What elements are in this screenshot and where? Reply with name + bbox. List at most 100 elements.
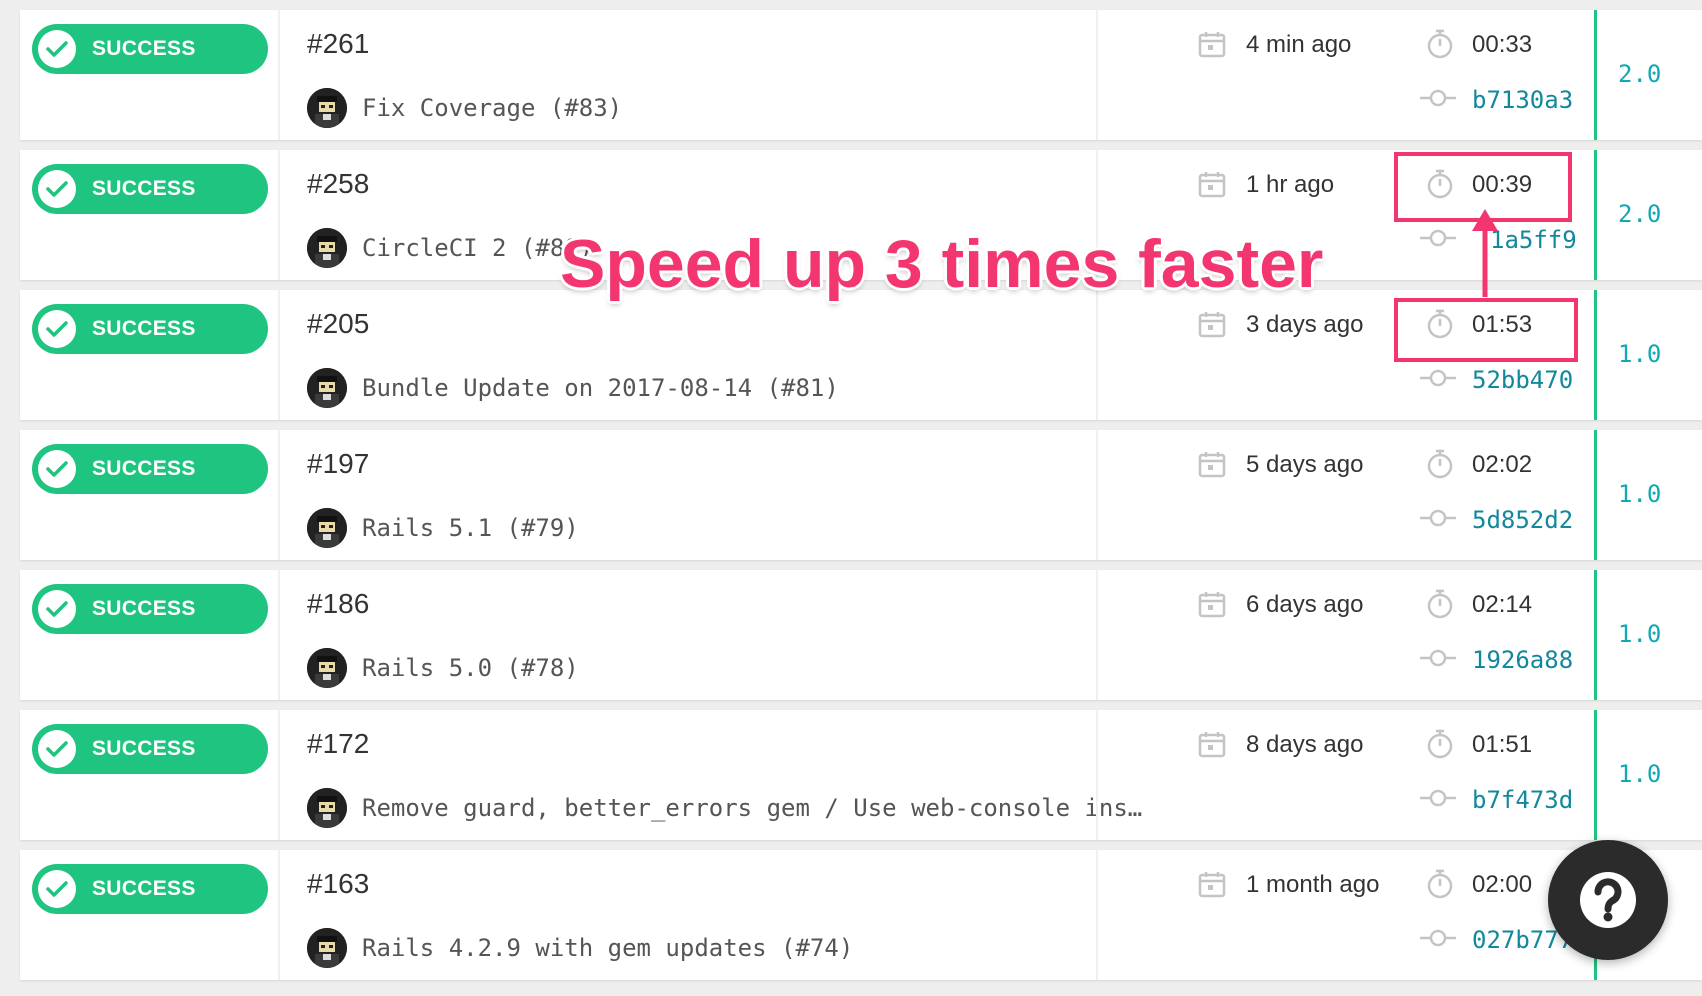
calendar-icon: [1198, 310, 1226, 343]
question-icon: [1580, 872, 1636, 928]
build-number[interactable]: #197: [307, 448, 369, 480]
check-icon: [38, 590, 76, 628]
time-ago: 5 days ago: [1246, 451, 1364, 478]
commit-message[interactable]: Fix Coverage (#83): [362, 94, 622, 122]
time-ago: 1 month ago: [1246, 871, 1380, 898]
stopwatch-icon: [1425, 28, 1455, 65]
divider: [1096, 290, 1098, 420]
divider: [278, 150, 280, 280]
calendar-icon: [1198, 870, 1226, 903]
avatar[interactable]: [307, 228, 347, 268]
build-number[interactable]: #186: [307, 588, 369, 620]
commit-message[interactable]: CircleCI 2 (#80): [362, 234, 593, 262]
status-label: SUCCESS: [92, 597, 196, 620]
build-row[interactable]: SUCCESS #261 Fix Coverage (#83) 4 min ag…: [20, 10, 1702, 140]
stopwatch-icon: [1425, 728, 1455, 765]
status-badge[interactable]: SUCCESS: [32, 584, 268, 634]
avatar[interactable]: [307, 368, 347, 408]
status-badge[interactable]: SUCCESS: [32, 444, 268, 494]
divider: [278, 850, 280, 980]
time-ago: 1 hr ago: [1246, 171, 1335, 198]
check-icon: [38, 310, 76, 348]
time-ago: 4 min ago: [1246, 31, 1352, 58]
build-number[interactable]: #258: [307, 168, 369, 200]
build-duration: 00:33: [1472, 31, 1533, 58]
calendar-icon: [1198, 170, 1226, 203]
check-icon: [38, 30, 76, 68]
avatar[interactable]: [307, 508, 347, 548]
avatar[interactable]: [307, 648, 347, 688]
build-duration: 02:14: [1472, 591, 1533, 618]
commit-message[interactable]: Rails 5.0 (#78): [362, 654, 579, 682]
divider: [1096, 430, 1098, 560]
time-ago: 6 days ago: [1246, 591, 1364, 618]
workflow-version: 1.0: [1618, 620, 1662, 648]
check-icon: [38, 450, 76, 488]
workflow-version: 1.0: [1618, 340, 1662, 368]
divider: [278, 570, 280, 700]
status-indicator: [1594, 570, 1597, 700]
status-badge[interactable]: SUCCESS: [32, 724, 268, 774]
commit-message[interactable]: Rails 4.2.9 with gem updates (#74): [362, 934, 853, 962]
build-duration: 02:00: [1472, 871, 1533, 898]
commit-icon: [1420, 508, 1456, 533]
calendar-icon: [1198, 730, 1226, 763]
highlight-box-slow: [1394, 298, 1578, 362]
build-row[interactable]: SUCCESS #163 Rails 4.2.9 with gem update…: [20, 850, 1702, 980]
divider: [278, 290, 280, 420]
divider: [1096, 850, 1098, 980]
commit-icon: [1420, 648, 1456, 673]
commit-sha-link[interactable]: 1926a88: [1472, 646, 1573, 674]
build-row[interactable]: SUCCESS #197 Rails 5.1 (#79) 5 days ago …: [20, 430, 1702, 560]
build-number[interactable]: #205: [307, 308, 369, 340]
commit-icon: [1420, 788, 1456, 813]
calendar-icon: [1198, 450, 1226, 483]
status-label: SUCCESS: [92, 177, 196, 200]
workflow-version: 2.0: [1618, 200, 1662, 228]
status-label: SUCCESS: [92, 317, 196, 340]
avatar[interactable]: [307, 928, 347, 968]
divider: [1096, 710, 1098, 840]
divider: [1096, 570, 1098, 700]
build-row[interactable]: SUCCESS #186 Rails 5.0 (#78) 6 days ago …: [20, 570, 1702, 700]
commit-message[interactable]: Rails 5.1 (#79): [362, 514, 579, 542]
build-number[interactable]: #163: [307, 868, 369, 900]
status-indicator: [1594, 290, 1597, 420]
annotation-text: Speed up 3 times faster: [560, 226, 1324, 302]
commit-sha-link[interactable]: b7f473d: [1472, 786, 1573, 814]
build-list: SUCCESS #261 Fix Coverage (#83) 4 min ag…: [0, 0, 1702, 996]
status-badge[interactable]: SUCCESS: [32, 164, 268, 214]
status-label: SUCCESS: [92, 457, 196, 480]
status-indicator: [1594, 430, 1597, 560]
time-ago: 8 days ago: [1246, 731, 1364, 758]
commit-sha-link[interactable]: b7130a3: [1472, 86, 1573, 114]
commit-icon: [1420, 88, 1456, 113]
commit-icon: [1420, 228, 1456, 253]
time-ago: 3 days ago: [1246, 311, 1364, 338]
stopwatch-icon: [1425, 868, 1455, 905]
build-row[interactable]: SUCCESS #172 Remove guard, better_errors…: [20, 710, 1702, 840]
build-duration: 02:02: [1472, 451, 1533, 478]
status-indicator: [1594, 150, 1597, 280]
status-badge[interactable]: SUCCESS: [32, 24, 268, 74]
commit-sha-link[interactable]: 52bb470: [1472, 366, 1573, 394]
calendar-icon: [1198, 30, 1226, 63]
check-icon: [38, 170, 76, 208]
status-label: SUCCESS: [92, 37, 196, 60]
commit-sha-link[interactable]: 5d852d2: [1472, 506, 1573, 534]
commit-message[interactable]: Bundle Update on 2017-08-14 (#81): [362, 374, 839, 402]
avatar[interactable]: [307, 88, 347, 128]
divider: [278, 10, 280, 140]
workflow-version: 1.0: [1618, 760, 1662, 788]
avatar[interactable]: [307, 788, 347, 828]
workflow-version: 1.0: [1618, 480, 1662, 508]
build-number[interactable]: #261: [307, 28, 369, 60]
stopwatch-icon: [1425, 448, 1455, 485]
build-number[interactable]: #172: [307, 728, 369, 760]
status-badge[interactable]: SUCCESS: [32, 304, 268, 354]
help-button[interactable]: [1548, 840, 1668, 960]
commit-message[interactable]: Remove guard, better_errors gem / Use we…: [362, 794, 1142, 822]
workflow-version: 2.0: [1618, 60, 1662, 88]
arrow-icon: [1472, 209, 1498, 297]
status-badge[interactable]: SUCCESS: [32, 864, 268, 914]
